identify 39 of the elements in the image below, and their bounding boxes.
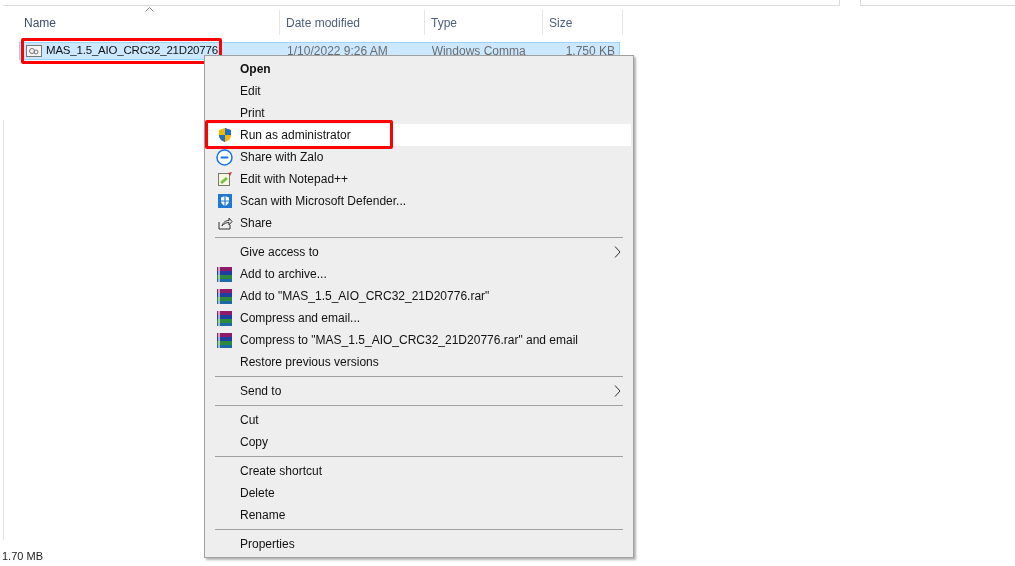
menu-item[interactable]: Edit with Notepad++ <box>207 168 631 190</box>
menu-item[interactable]: Cut <box>207 409 631 431</box>
file-name: MAS_1.5_AIO_CRC32_21D20776 <box>46 43 218 59</box>
menu-item[interactable]: Properties <box>207 533 631 555</box>
share-icon <box>216 215 233 231</box>
menu-item[interactable]: Share <box>207 212 631 234</box>
menu-item[interactable]: Send to <box>207 380 631 402</box>
selection-size: 1.70 MB <box>2 549 43 564</box>
menu-item[interactable]: Copy <box>207 431 631 453</box>
menu-item[interactable]: Create shortcut <box>207 460 631 482</box>
menu-item[interactable]: Run as administrator <box>207 124 631 146</box>
column-header[interactable]: Type <box>431 13 457 32</box>
book-stack-icon <box>216 309 233 327</box>
menu-item[interactable]: Give access to <box>207 241 631 263</box>
menu-item[interactable]: Compress and email... <box>207 307 631 329</box>
menu-item[interactable]: Restore previous versions <box>207 351 631 373</box>
menu-item[interactable]: Print <box>207 102 631 124</box>
menu-item[interactable]: Add to archive... <box>207 263 631 285</box>
menu-item[interactable]: Delete <box>207 482 631 504</box>
menu-item[interactable]: Open <box>207 58 631 80</box>
menu-item[interactable]: Rename <box>207 504 631 526</box>
shield-icon <box>216 127 233 143</box>
date-cell-text: 1/10/2022 9:26 AM <box>286 43 389 60</box>
shield-window-icon <box>216 193 233 209</box>
menu-item[interactable]: Share with Zalo <box>207 146 631 168</box>
size-cell-text: 1,750 KB <box>564 43 616 60</box>
book-stack-icon <box>216 265 233 283</box>
script-file-icon <box>26 45 42 57</box>
menu-item[interactable]: Scan with Microsoft Defender... <box>207 190 631 212</box>
menu-item[interactable]: Compress to "MAS_1.5_AIO_CRC32_21D20776.rar" and email <box>207 329 631 351</box>
notepad-icon <box>216 171 233 187</box>
column-header[interactable]: Name <box>24 13 56 32</box>
type-cell-text: Windows Comma <box>430 43 527 60</box>
menu-item[interactable]: Edit <box>207 80 631 102</box>
column-header[interactable]: Size <box>549 13 573 32</box>
book-stack-icon <box>216 287 233 305</box>
book-stack-icon <box>216 331 233 349</box>
menu-item[interactable]: Add to "MAS_1.5_AIO_CRC32_21D20776.rar" <box>207 285 631 307</box>
column-header[interactable]: Date modified <box>286 13 361 32</box>
